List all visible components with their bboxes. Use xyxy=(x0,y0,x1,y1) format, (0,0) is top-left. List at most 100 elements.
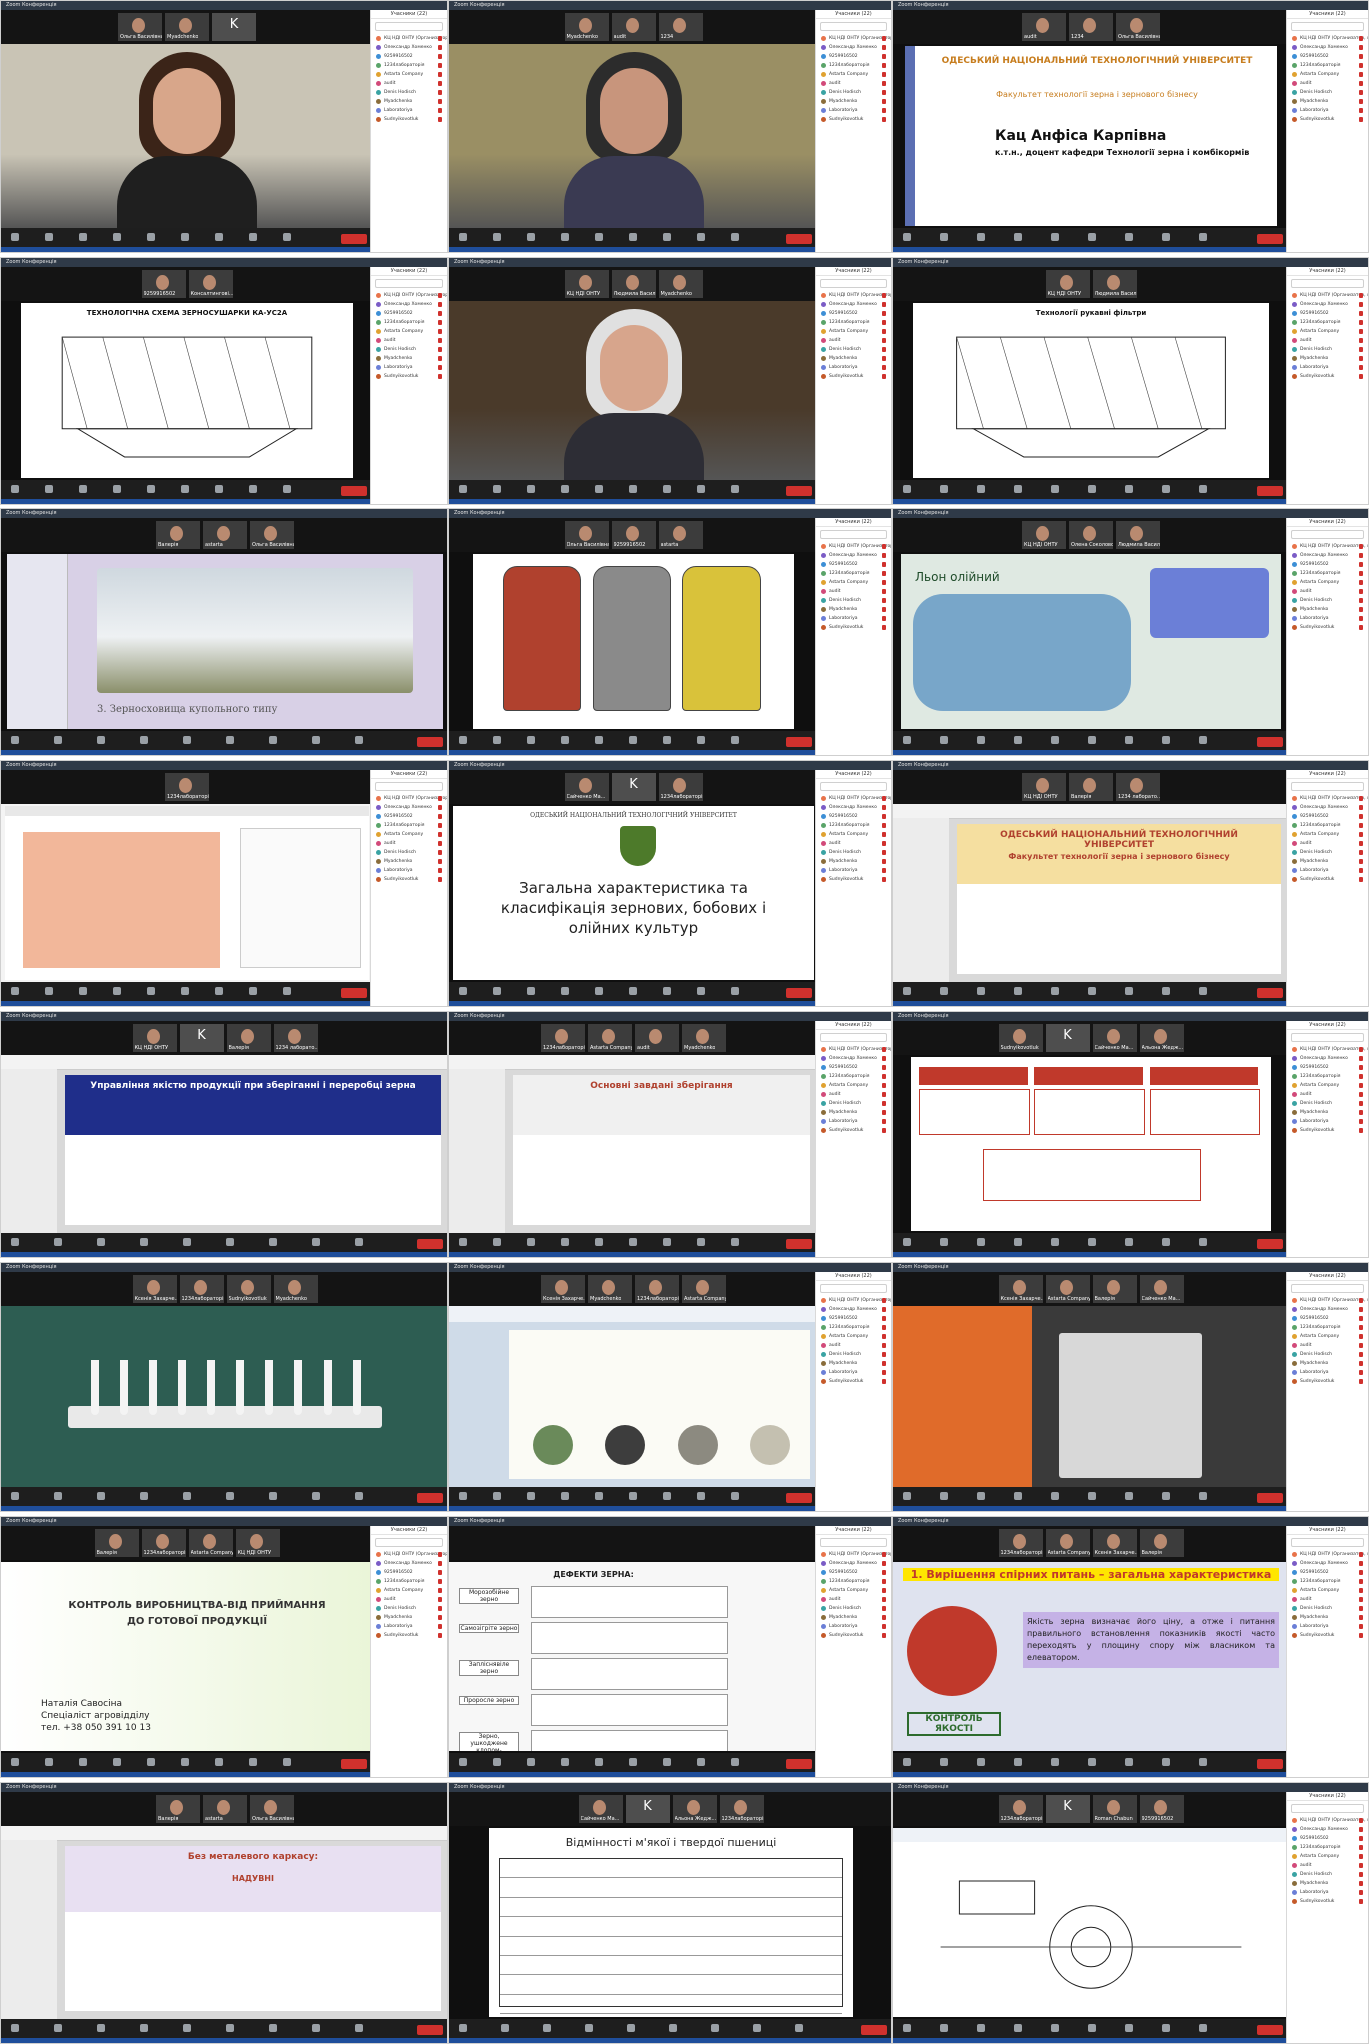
participant-row[interactable]: Олександр Хоменко xyxy=(1287,300,1368,309)
control-button-icon[interactable] xyxy=(113,485,121,493)
participant-thumbnail[interactable]: K xyxy=(212,13,256,41)
mic-muted-icon[interactable] xyxy=(1359,311,1363,316)
mic-muted-icon[interactable] xyxy=(882,625,886,630)
participant-row[interactable]: Myadchenko xyxy=(1287,1359,1368,1368)
mic-muted-icon[interactable] xyxy=(882,1352,886,1357)
participant-row[interactable]: Astarta Company xyxy=(371,1586,447,1595)
participant-row[interactable]: КЦ НДІ ОНТУ (Организатор, я) xyxy=(816,34,891,43)
mic-muted-icon[interactable] xyxy=(1359,1298,1363,1303)
mic-muted-icon[interactable] xyxy=(1359,1818,1363,1823)
mic-muted-icon[interactable] xyxy=(1359,117,1363,122)
participant-thumbnail[interactable]: Ольга Василівна xyxy=(250,521,294,549)
control-button-icon[interactable] xyxy=(147,233,155,241)
control-button-icon[interactable] xyxy=(493,1492,501,1500)
control-button-icon[interactable] xyxy=(527,1238,535,1246)
participant-thumbnail[interactable]: Myadchenko xyxy=(682,1024,726,1052)
control-button-icon[interactable] xyxy=(249,233,257,241)
participant-row[interactable]: 9259916502 xyxy=(1287,52,1368,61)
mic-muted-icon[interactable] xyxy=(1359,1890,1363,1895)
participant-row[interactable]: Denis Hodisch xyxy=(1287,596,1368,605)
control-button-icon[interactable] xyxy=(113,987,121,995)
mic-muted-icon[interactable] xyxy=(882,99,886,104)
mic-muted-icon[interactable] xyxy=(1359,553,1363,558)
mic-muted-icon[interactable] xyxy=(1359,1307,1363,1312)
participant-thumbnail[interactable]: K xyxy=(611,773,656,801)
mic-muted-icon[interactable] xyxy=(882,877,886,882)
mic-muted-icon[interactable] xyxy=(1359,796,1363,801)
control-button-icon[interactable] xyxy=(977,987,985,995)
participant-row[interactable]: КЦ НДІ ОНТУ (Организатор, я) xyxy=(816,794,891,803)
participant-row[interactable]: Laboratoriya xyxy=(1287,363,1368,372)
mic-muted-icon[interactable] xyxy=(1359,1379,1363,1384)
control-button-icon[interactable] xyxy=(45,485,53,493)
control-button-icon[interactable] xyxy=(215,233,223,241)
participant-row[interactable]: Astarta Company xyxy=(1287,1332,1368,1341)
mic-muted-icon[interactable] xyxy=(1359,1570,1363,1575)
mic-muted-icon[interactable] xyxy=(882,329,886,334)
mic-muted-icon[interactable] xyxy=(1359,356,1363,361)
participant-row[interactable]: Astarta Company xyxy=(816,830,891,839)
participant-row[interactable]: 1234лабораторія xyxy=(816,61,891,70)
end-meeting-button[interactable] xyxy=(341,988,367,998)
control-button-icon[interactable] xyxy=(669,2024,677,2032)
mic-muted-icon[interactable] xyxy=(1359,1872,1363,1877)
participant-thumbnail[interactable]: audit xyxy=(1022,13,1066,41)
mic-muted-icon[interactable] xyxy=(438,108,442,113)
participant-row[interactable]: Laboratoriya xyxy=(371,106,447,115)
participant-row[interactable]: Denis Hodisch xyxy=(1287,1350,1368,1359)
control-button-icon[interactable] xyxy=(1199,1758,1207,1766)
participant-search-input[interactable] xyxy=(820,1538,887,1547)
control-button-icon[interactable] xyxy=(663,987,671,995)
participant-row[interactable]: Laboratoriya xyxy=(1287,1622,1368,1631)
control-button-icon[interactable] xyxy=(11,233,19,241)
mic-muted-icon[interactable] xyxy=(1359,1579,1363,1584)
control-button-icon[interactable] xyxy=(147,485,155,493)
participant-row[interactable]: 9259916502 xyxy=(1287,1568,1368,1577)
participant-row[interactable]: 9259916502 xyxy=(1287,1063,1368,1072)
participant-thumbnail[interactable]: 1234лабораторія xyxy=(998,1529,1043,1557)
participant-row[interactable]: Myadchenko xyxy=(816,1359,891,1368)
control-button-icon[interactable] xyxy=(629,485,637,493)
mic-muted-icon[interactable] xyxy=(438,1570,442,1575)
participant-row[interactable]: Astarta Company xyxy=(1287,1081,1368,1090)
mic-muted-icon[interactable] xyxy=(882,1298,886,1303)
control-button-icon[interactable] xyxy=(1162,1492,1170,1500)
participant-thumbnail[interactable]: 1234лабораторія xyxy=(719,1795,764,1823)
participant-thumbnail[interactable]: Myadchenko xyxy=(165,13,209,41)
control-button-icon[interactable] xyxy=(561,736,569,744)
control-button-icon[interactable] xyxy=(183,736,191,744)
end-meeting-button[interactable] xyxy=(341,486,367,496)
control-button-icon[interactable] xyxy=(140,1492,148,1500)
participant-row[interactable]: Laboratoriya xyxy=(816,1117,891,1126)
mic-muted-icon[interactable] xyxy=(1359,868,1363,873)
mic-muted-icon[interactable] xyxy=(1359,81,1363,86)
participant-thumbnail[interactable]: Ольга Василівна xyxy=(1116,13,1160,41)
participant-row[interactable]: Astarta Company xyxy=(1287,70,1368,79)
mic-muted-icon[interactable] xyxy=(438,850,442,855)
mic-muted-icon[interactable] xyxy=(438,72,442,77)
participant-row[interactable]: КЦ НДІ ОНТУ (Организатор, я) xyxy=(371,794,447,803)
participant-row[interactable]: Astarta Company xyxy=(1287,578,1368,587)
control-button-icon[interactable] xyxy=(731,1238,739,1246)
end-meeting-button[interactable] xyxy=(1257,2025,1283,2035)
mic-muted-icon[interactable] xyxy=(1359,1827,1363,1832)
control-button-icon[interactable] xyxy=(459,233,467,241)
control-button-icon[interactable] xyxy=(903,987,911,995)
participant-row[interactable]: 9259916502 xyxy=(1287,812,1368,821)
participant-row[interactable]: Sudnyikovotluk xyxy=(1287,875,1368,884)
control-button-icon[interactable] xyxy=(355,2024,363,2032)
control-button-icon[interactable] xyxy=(1125,1758,1133,1766)
control-button-icon[interactable] xyxy=(1014,736,1022,744)
control-button-icon[interactable] xyxy=(731,987,739,995)
control-button-icon[interactable] xyxy=(1199,736,1207,744)
end-meeting-button[interactable] xyxy=(1257,486,1283,496)
mic-muted-icon[interactable] xyxy=(1359,1552,1363,1557)
participant-row[interactable]: audit xyxy=(1287,79,1368,88)
participant-row[interactable]: Myadchenko xyxy=(1287,97,1368,106)
control-button-icon[interactable] xyxy=(663,1758,671,1766)
participant-row[interactable]: Astarta Company xyxy=(371,327,447,336)
control-button-icon[interactable] xyxy=(977,1238,985,1246)
control-button-icon[interactable] xyxy=(1014,1238,1022,1246)
control-button-icon[interactable] xyxy=(1125,1492,1133,1500)
control-button-icon[interactable] xyxy=(629,233,637,241)
